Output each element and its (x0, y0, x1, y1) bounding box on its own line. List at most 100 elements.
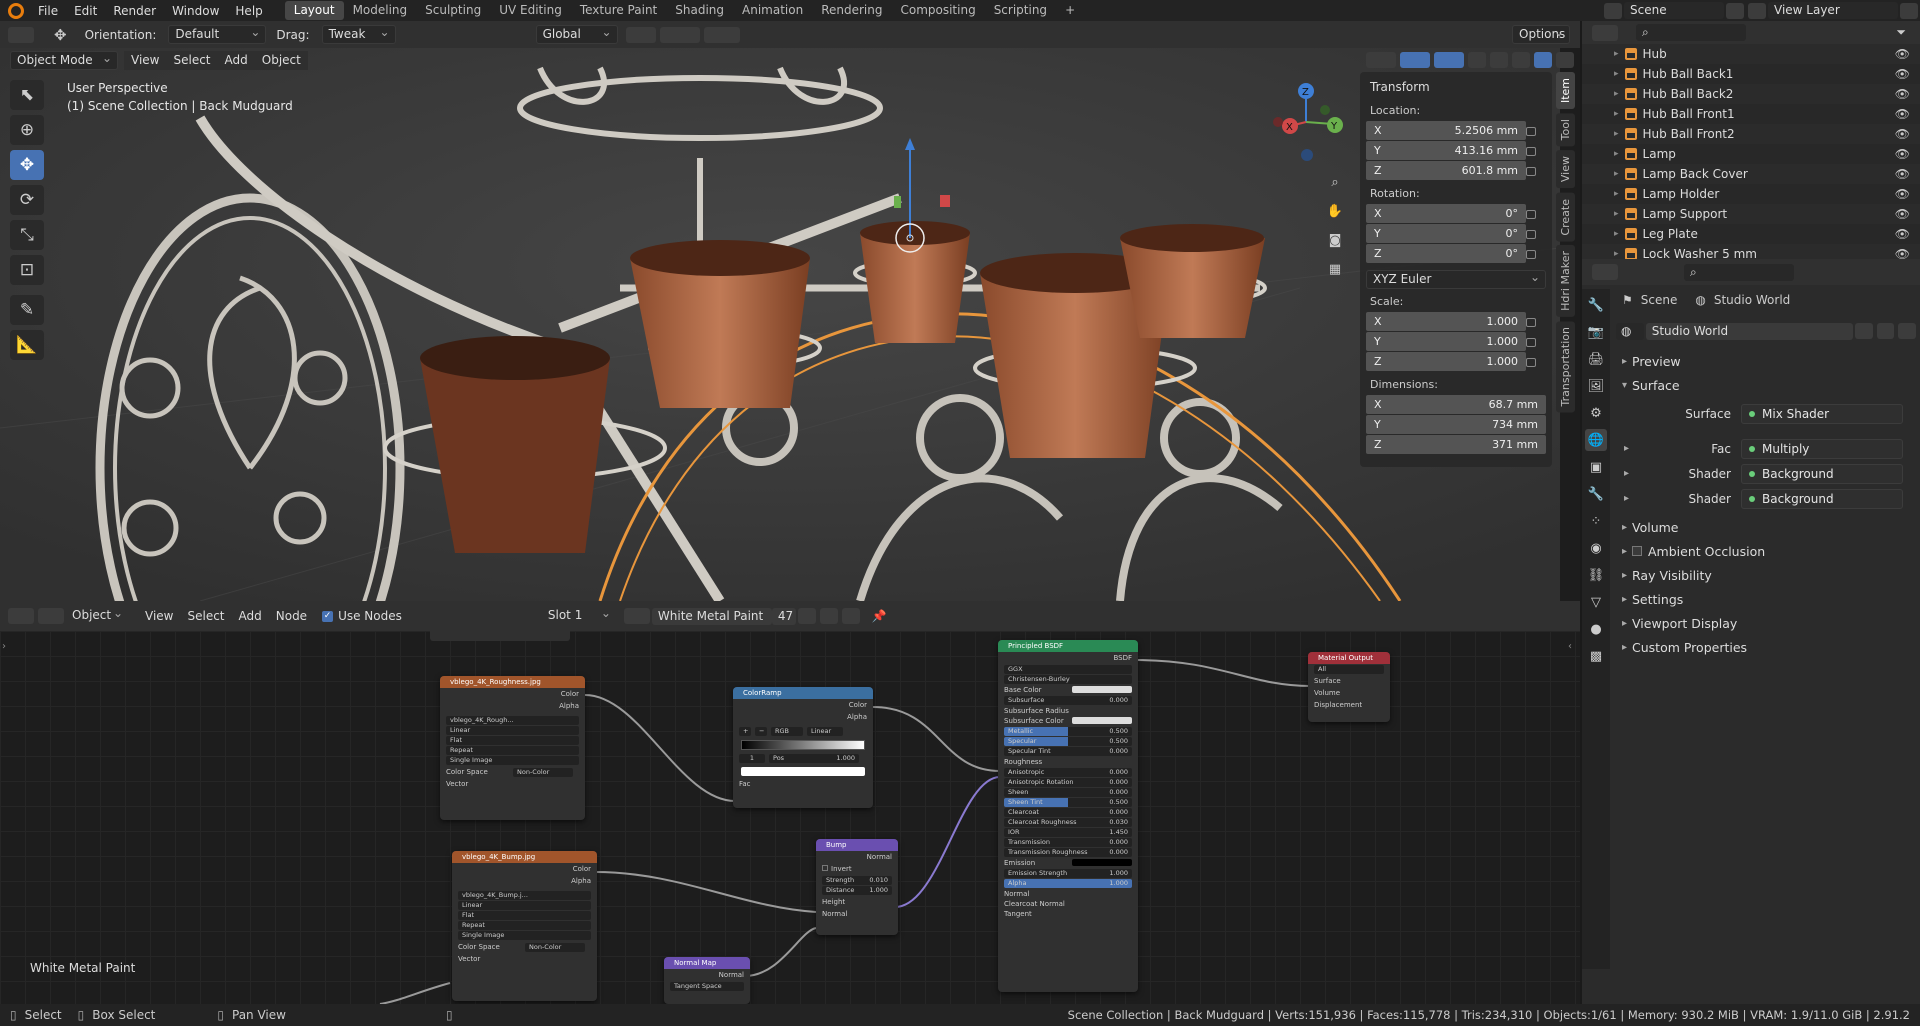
scale-y-field[interactable]: Y 1.000 (1366, 332, 1526, 351)
visibility-icon[interactable]: 👁 (1895, 107, 1910, 121)
menu-add[interactable]: Add (217, 50, 255, 70)
visibility-icon[interactable]: 👁 (1895, 227, 1910, 241)
normal-map-node[interactable]: Normal Map Normal Tangent Space (664, 957, 750, 1004)
scale-z-field[interactable]: Z 1.000 (1366, 352, 1526, 371)
fake-user-icon[interactable] (1854, 323, 1873, 339)
rotation-y-field[interactable]: Y 0° (1366, 224, 1526, 243)
source-dropdown[interactable]: Single Image (458, 931, 591, 940)
sidebar-toggle-icon[interactable]: ‹ (1568, 641, 1572, 652)
bsdf-input-row[interactable]: Clearcoat 0.000 (1004, 808, 1132, 817)
lock-icon[interactable] (1526, 249, 1536, 259)
lock-icon[interactable] (1526, 126, 1536, 136)
scene-tab-icon[interactable]: ⚙ (1585, 402, 1607, 424)
interpolation-dropdown[interactable]: Linear (446, 726, 579, 735)
new-world-icon[interactable] (1876, 323, 1895, 339)
shader-2-field[interactable]: Background (1741, 488, 1903, 509)
bsdf-input-row[interactable]: Alpha 1.000 (1004, 879, 1132, 888)
list-item[interactable]: ▸ Lamp 👁 (1582, 144, 1920, 164)
list-item[interactable]: ▸ Lamp Holder 👁 (1582, 184, 1920, 204)
node-title[interactable]: Material Output (1308, 652, 1390, 664)
editor-type-icon[interactable] (1592, 24, 1618, 41)
view-layer-field[interactable]: View Layer (1768, 2, 1898, 19)
color-space-dropdown[interactable]: Non-Color (513, 767, 573, 777)
workspace-tab-shading[interactable]: Shading (666, 1, 733, 20)
roughness-texture-node[interactable]: vblego_4K_Roughness.jpg Color Alpha vble… (440, 676, 585, 820)
camera-view-icon[interactable]: ◙ (1323, 228, 1347, 252)
color-space-dropdown[interactable]: Non-Color (525, 942, 585, 952)
menu-add[interactable]: Add (232, 607, 269, 626)
rotate-tool-icon[interactable]: ⟳ (10, 185, 44, 215)
tab-item[interactable]: Item (1556, 72, 1575, 110)
pin-icon[interactable]: 📌 (872, 609, 887, 623)
bsdf-input-row[interactable]: Anisotropic Rotation 0.000 (1004, 778, 1132, 787)
orientation-dropdown[interactable]: Default (168, 24, 267, 44)
lock-icon[interactable] (1526, 209, 1536, 219)
editor-type-icon[interactable] (8, 608, 34, 624)
visibility-icon[interactable]: 👁 (1895, 47, 1910, 61)
visibility-icon[interactable]: 👁 (1895, 147, 1910, 161)
workspace-tab-rendering[interactable]: Rendering (812, 1, 891, 20)
section-preview[interactable]: Preview (1616, 349, 1918, 373)
bsdf-input-row[interactable]: Transmission Roughness 0.000 (1004, 848, 1132, 857)
scale-x-field[interactable]: X 1.000 (1366, 312, 1526, 331)
ortho-grid-icon[interactable]: ▦ (1323, 257, 1347, 281)
visibility-icon[interactable] (1366, 52, 1396, 68)
menu-render[interactable]: Render (105, 4, 164, 18)
tab-create[interactable]: Create (1556, 192, 1575, 242)
list-item[interactable]: ▸ Lamp Support 👁 (1582, 204, 1920, 224)
measure-tool-icon[interactable]: 📐 (10, 330, 44, 360)
material-tab-icon[interactable]: ● (1585, 618, 1607, 640)
stop-color-swatch[interactable] (741, 767, 865, 776)
constraints-tab-icon[interactable]: ⛓ (1585, 564, 1607, 586)
lock-icon[interactable] (1526, 146, 1536, 156)
blender-logo-icon[interactable] (8, 2, 24, 19)
lock-icon[interactable] (1526, 337, 1536, 347)
list-item[interactable]: ▸ Hub 👁 (1582, 44, 1920, 64)
bsdf-input-row[interactable]: Sheen 0.000 (1004, 788, 1132, 797)
list-item[interactable]: ▸ Hub Ball Back2 👁 (1582, 84, 1920, 104)
menu-help[interactable]: Help (227, 4, 270, 18)
workspace-tab-animation[interactable]: Animation (733, 1, 812, 20)
color-swatch[interactable] (1072, 859, 1132, 866)
bsdf-input-row[interactable]: Clearcoat Normal (998, 899, 1138, 909)
shading-solid-icon[interactable] (1512, 52, 1530, 68)
world-browse-icon[interactable]: ◍ (1616, 322, 1644, 340)
list-item[interactable]: ▸ Lamp Back Cover 👁 (1582, 164, 1920, 184)
workspace-tab-uv-editing[interactable]: UV Editing (490, 1, 571, 20)
menu-select[interactable]: Select (166, 50, 218, 70)
3d-viewport[interactable]: Z Y X User Perspective (1) Scene Collect… (0, 48, 1560, 601)
bsdf-input-row[interactable]: Emission (998, 858, 1138, 868)
strength-field[interactable]: Strength 0.010 (822, 876, 892, 885)
invert-row[interactable]: Invert (816, 863, 898, 875)
bsdf-input-row[interactable]: Specular Tint 0.000 (1004, 747, 1132, 756)
node-title[interactable]: vblego_4K_Roughness.jpg (440, 676, 585, 688)
world-tab-icon[interactable]: 🌐 (1585, 429, 1607, 451)
tool-tab-icon[interactable]: 🔧 (1585, 294, 1607, 316)
lock-icon[interactable] (1526, 357, 1536, 367)
distance-field[interactable]: Distance 1.000 (822, 886, 892, 895)
location-x-field[interactable]: X 5.2506 mm (1366, 121, 1526, 140)
pivot-point-icon[interactable] (625, 26, 656, 43)
node-partial[interactable] (430, 631, 570, 641)
transform-tool-icon[interactable]: ⊡ (10, 255, 44, 285)
shader-1-field[interactable]: Background (1741, 463, 1903, 484)
editor-type-icon[interactable] (8, 26, 34, 43)
modifier-tab-icon[interactable]: 🔧 (1585, 483, 1607, 505)
view-layer-tab-icon[interactable]: 🖼 (1585, 375, 1607, 397)
node-title[interactable]: vblego_4K_Bump.jpg (452, 851, 597, 863)
texture-tab-icon[interactable]: ▩ (1585, 645, 1607, 667)
material-users-count[interactable]: 47 (771, 607, 796, 625)
physics-tab-icon[interactable]: ◉ (1585, 537, 1607, 559)
menu-edit[interactable]: Edit (66, 4, 105, 18)
dimensions-x-field[interactable]: X 68.7 mm (1366, 395, 1546, 414)
ramp-mode-dropdown[interactable]: RGB (771, 727, 803, 736)
shading-material-icon[interactable] (1534, 52, 1552, 68)
section-surface[interactable]: Surface (1616, 373, 1918, 397)
ramp-interp-dropdown[interactable]: Linear (807, 727, 843, 736)
workspace-tab-layout[interactable]: Layout (284, 1, 344, 20)
shader-type-dropdown[interactable]: Object (66, 605, 128, 626)
source-dropdown[interactable]: Single Image (446, 756, 579, 765)
section-ambient-occlusion[interactable]: Ambient Occlusion (1616, 539, 1918, 563)
editor-type-icon[interactable] (1592, 264, 1618, 280)
stop-position-field[interactable]: Pos 1.000 (769, 754, 859, 763)
